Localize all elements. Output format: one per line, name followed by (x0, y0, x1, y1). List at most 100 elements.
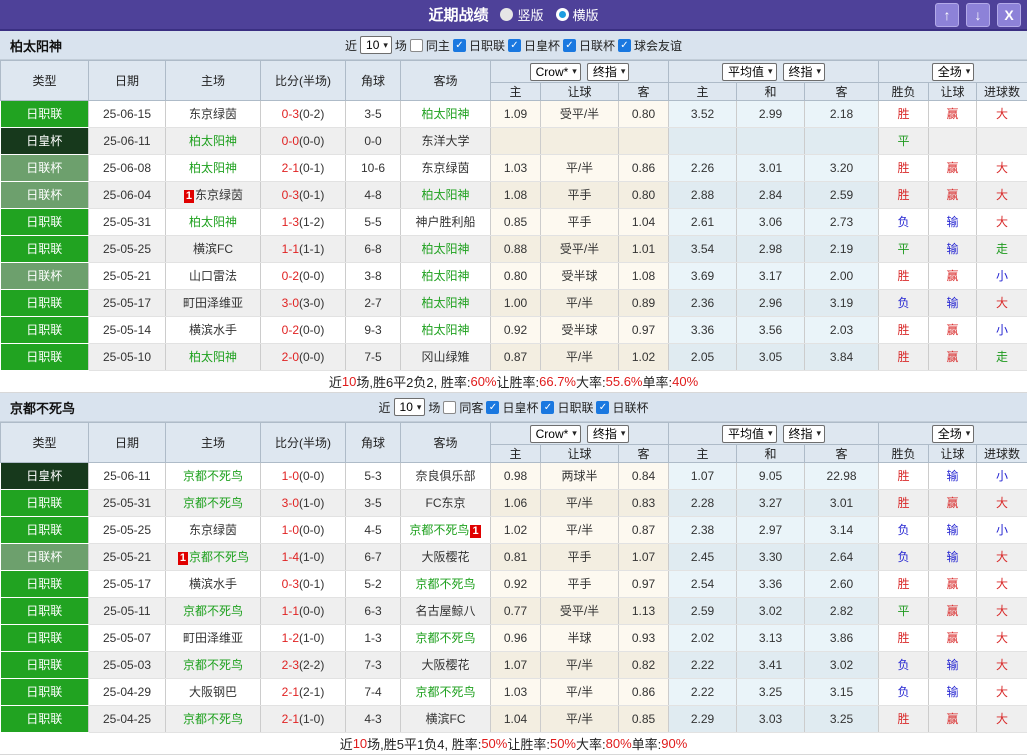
bookmaker-final-select[interactable]: 终指▾ (587, 425, 630, 443)
league-checkbox-1[interactable]: ✓ (541, 401, 554, 414)
scope-select-value: 全场 (938, 63, 962, 80)
bookmaker-select-value: Crow* (536, 65, 569, 79)
score-cell: 2-0(0-0) (261, 344, 346, 371)
crow-away-odds: 0.84 (619, 463, 669, 490)
league-cell: 日职联 (1, 598, 89, 625)
sub-header-2: 客 (619, 445, 669, 463)
recent-count-select[interactable]: 10▾ (394, 398, 426, 416)
avg-away-odds: 2.73 (805, 209, 879, 236)
scope-select[interactable]: 全场 ▾ (932, 63, 975, 81)
avg-away-odds: 2.18 (805, 101, 879, 128)
result-cell: 负 (879, 517, 929, 544)
handicap-cell: 平/半 (541, 290, 619, 317)
date-cell: 25-05-11 (89, 598, 166, 625)
handicap-cell: 两球半 (541, 463, 619, 490)
fulltime-score: 1-3 (282, 215, 299, 229)
fulltime-score: 0-2 (282, 323, 299, 337)
score-cell: 3-0(1-0) (261, 490, 346, 517)
recent-count-select-value: 10 (366, 38, 379, 52)
move-down-button[interactable]: ↓ (966, 3, 990, 27)
avg-away-odds: 3.14 (805, 517, 879, 544)
radio-vertical-label: 竖版 (517, 5, 543, 24)
team-link: 京都不死鸟 (183, 712, 243, 726)
sub-header-8: 进球数 (977, 445, 1027, 463)
result-cell: 胜 (879, 263, 929, 290)
layout-radio-horizontal[interactable]: 横版 (556, 5, 599, 24)
handicap-result-cell: 输 (929, 679, 977, 706)
result-text: 负 (898, 550, 910, 564)
date-cell: 25-05-03 (89, 652, 166, 679)
summary-stat-value: 90% (661, 736, 687, 751)
table-row: 日职联25-05-17町田泽维亚3-0(3-0)2-7柏太阳神1.00平/半0.… (1, 290, 1027, 317)
team-section-1: 京都不死鸟 近10▾场同客✓日皇杯✓日职联✓日联杯 类型日期主场比分(半场)角球… (0, 393, 1027, 755)
handicap-cell: 受半球 (541, 263, 619, 290)
average-final-select[interactable]: 终指▾ (783, 63, 826, 81)
result-cell: 负 (879, 290, 929, 317)
bookmaker-select-value: Crow* (536, 427, 569, 441)
result-cell: 平 (879, 236, 929, 263)
score-cell: 1-3(1-2) (261, 209, 346, 236)
crow-home-odds: 0.87 (491, 344, 541, 371)
score-cell: 0-2(0-0) (261, 263, 346, 290)
summary-stat-value: 40% (672, 374, 698, 389)
league-checkbox-3[interactable]: ✓ (618, 39, 631, 52)
avg-away-odds: 3.19 (805, 290, 879, 317)
move-up-button[interactable]: ↑ (935, 3, 959, 27)
halftime-score: (0-1) (299, 188, 324, 202)
summary-text: 场,胜5平1负4, 胜率: (367, 734, 481, 753)
recent-count-select[interactable]: 10▾ (360, 36, 392, 54)
goals-result-cell: 大 (977, 290, 1027, 317)
average-final-select[interactable]: 终指▾ (783, 425, 826, 443)
corners-cell: 5-3 (346, 463, 401, 490)
league-checkbox-2[interactable]: ✓ (563, 39, 576, 52)
team-link: 京都不死鸟 (183, 469, 243, 483)
home-team-cell: 柏太阳神 (166, 128, 261, 155)
close-button[interactable]: X (997, 3, 1021, 27)
goals-result-cell: 大 (977, 101, 1027, 128)
crow-away-odds: 0.80 (619, 182, 669, 209)
layout-radio-vertical[interactable]: 竖版 (500, 5, 543, 24)
team-link: 京都不死鸟 (183, 496, 243, 510)
avg-away-odds: 3.20 (805, 155, 879, 182)
rank-badge: 1 (470, 525, 480, 538)
team-bar: 柏太阳神 近10▾场同主✓日职联✓日皇杯✓日联杯✓球会友谊 (0, 31, 1027, 60)
team-link: 大阪钢巴 (189, 685, 237, 699)
goals-result-cell: 大 (977, 706, 1027, 733)
same-venue-checkbox[interactable] (410, 39, 423, 52)
result-cell: 胜 (879, 317, 929, 344)
league-checkbox-0[interactable]: ✓ (453, 39, 466, 52)
sub-header-6: 胜负 (879, 445, 929, 463)
bookmaker-select[interactable]: Crow*▾ (530, 63, 581, 81)
date-cell: 25-05-31 (89, 209, 166, 236)
avg-home-odds: 3.69 (669, 263, 737, 290)
average-select[interactable]: 平均值▾ (722, 425, 777, 443)
team-link: 东京绿茵 (189, 107, 237, 121)
avg-draw-odds: 3.17 (737, 263, 805, 290)
avg-away-odds: 3.01 (805, 490, 879, 517)
handicap-cell: 受平/半 (541, 236, 619, 263)
league-checkbox-0[interactable]: ✓ (486, 401, 499, 414)
average-select[interactable]: 平均值▾ (722, 63, 777, 81)
table-body: 日皇杯25-06-11京都不死鸟1-0(0-0)5-3奈良俱乐部0.98两球半0… (1, 463, 1027, 733)
bookmaker-final-select[interactable]: 终指▾ (587, 63, 630, 81)
away-team-cell: 横滨FC (401, 706, 491, 733)
summary-stat-value: 60% (470, 374, 496, 389)
avg-away-odds: 2.64 (805, 544, 879, 571)
avg-home-odds: 2.59 (669, 598, 737, 625)
handicap-result-cell: 赢 (929, 317, 977, 344)
result-cell: 胜 (879, 490, 929, 517)
league-cell: 日职联 (1, 706, 89, 733)
home-team-cell: 横滨水手 (166, 317, 261, 344)
goals-result-text: 大 (996, 658, 1008, 672)
chevron-down-icon: ▾ (966, 66, 971, 77)
bookmaker-select[interactable]: Crow*▾ (530, 425, 581, 443)
crow-away-odds: 0.97 (619, 571, 669, 598)
avg-draw-odds: 2.99 (737, 101, 805, 128)
league-checkbox-1[interactable]: ✓ (508, 39, 521, 52)
crow-odds-group-header: Crow*▾ 终指▾ (491, 61, 669, 83)
team-link: 冈山绿雉 (421, 350, 469, 364)
same-venue-checkbox[interactable] (443, 401, 456, 414)
home-team-cell: 京都不死鸟 (166, 598, 261, 625)
scope-select[interactable]: 全场▾ (932, 425, 975, 443)
league-checkbox-2[interactable]: ✓ (596, 401, 609, 414)
